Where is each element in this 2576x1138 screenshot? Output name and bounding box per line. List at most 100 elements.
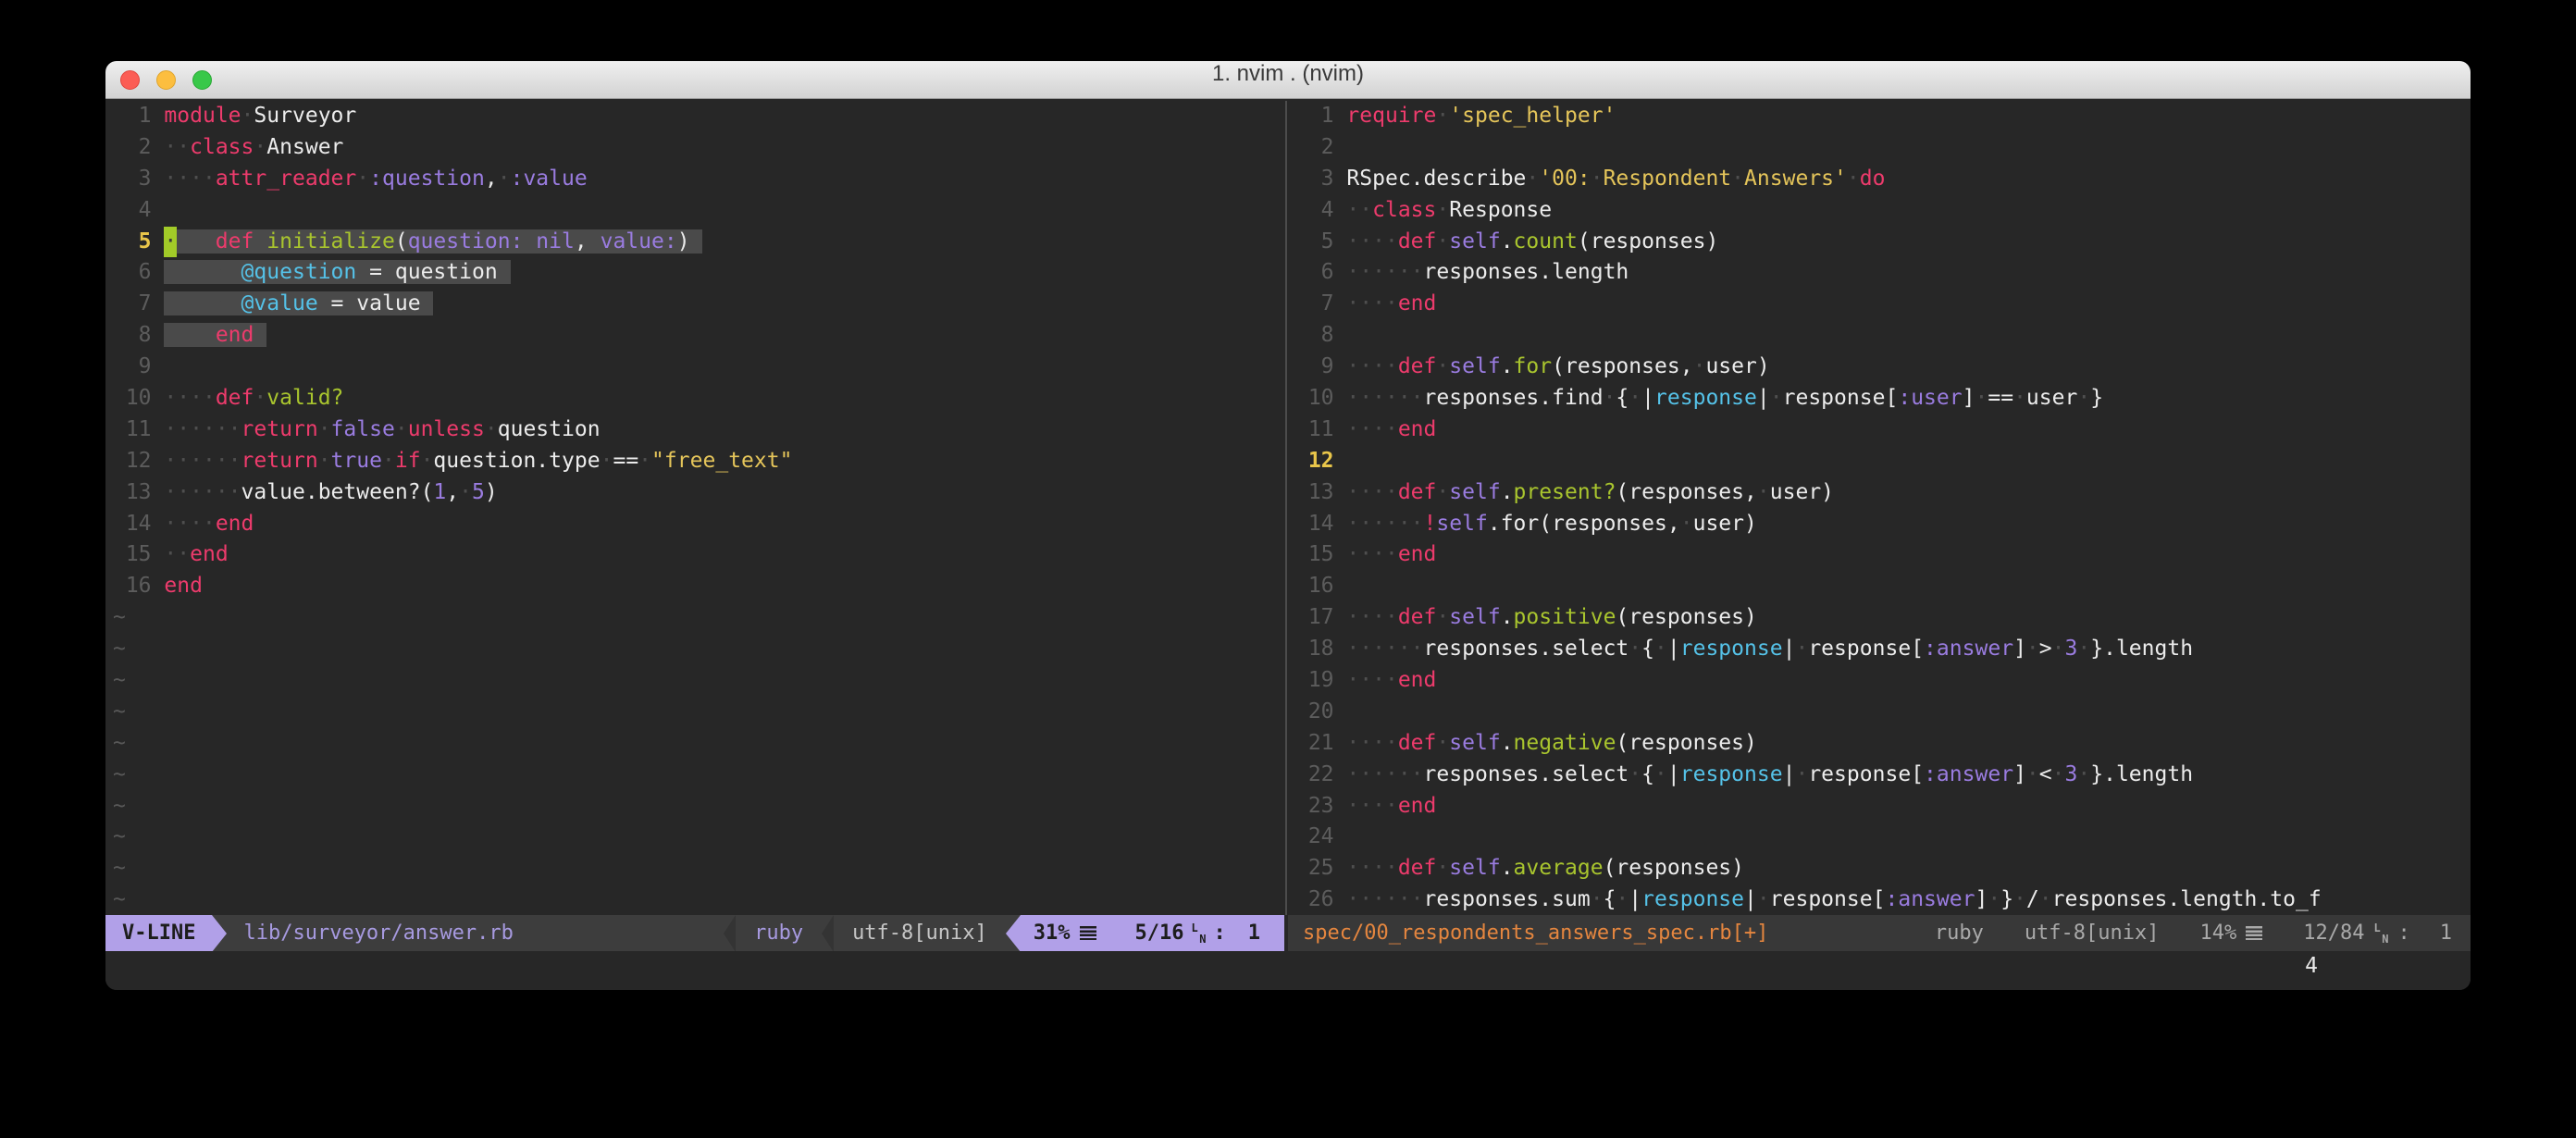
code-text: ····def·self.for(responses,·user) <box>1346 354 1769 378</box>
code-line[interactable]: 7······@value·=·value <box>113 289 1284 320</box>
code-line[interactable]: 13······value.between?(1,·5) <box>113 477 1284 509</box>
code-line[interactable]: 7····end <box>1295 289 2471 320</box>
code-line[interactable]: 3RSpec.describe·'00:·Respondent·Answers'… <box>1295 164 2471 195</box>
selected-code-text: ······@question·=·question <box>164 260 510 284</box>
code-line[interactable]: 10······responses.find·{·|response|·resp… <box>1295 383 2471 414</box>
code-line[interactable]: 2··class·Answer <box>113 132 1284 164</box>
code-line[interactable]: 6······@question·=·question <box>113 257 1284 289</box>
mode-indicator: V-LINE <box>105 915 212 951</box>
code-line[interactable]: 26······responses.sum·{·|response|·respo… <box>1295 884 2471 915</box>
trigram-icon <box>2246 926 2262 940</box>
code-line[interactable]: 11····end <box>1295 414 2471 446</box>
tilde-marker: ~ <box>113 731 126 755</box>
trigram-icon <box>1080 926 1096 940</box>
powerline-arrow-icon <box>724 915 736 951</box>
command-line: 4 <box>105 951 2471 990</box>
tilde-marker: ~ <box>113 668 126 692</box>
code-line[interactable]: 10····def·valid? <box>113 383 1284 414</box>
tilde-marker: ~ <box>113 605 126 629</box>
line-number: 22 <box>1295 760 1334 791</box>
left-pane-lines[interactable]: 1 module·Surveyor 2··class·Answer3····attr… <box>105 99 1284 915</box>
statusline-right: spec/00_respondents_answers_spec.rb[+] r… <box>1288 915 2471 951</box>
code-line[interactable]: 18······responses.select·{·|response|·re… <box>1295 634 2471 665</box>
code-text: module·Surveyor <box>164 104 356 128</box>
code-line[interactable]: 15··end <box>113 539 1284 571</box>
line-number: 6 <box>1295 257 1334 289</box>
code-line[interactable]: 20 <box>1295 697 2471 728</box>
code-line[interactable]: 16 <box>1295 571 2471 602</box>
code-line[interactable]: 21····def·self.negative(responses) <box>1295 728 2471 760</box>
code-line[interactable]: 13····def·self.present?(responses,·user) <box>1295 477 2471 509</box>
line-number: 1 <box>113 101 152 132</box>
code-text: ····end <box>1346 794 1436 818</box>
code-line[interactable]: 8····end <box>113 320 1284 352</box>
empty-buffer-line: ~ <box>113 602 1284 634</box>
code-line[interactable]: 24 <box>1295 822 2471 853</box>
code-text: ····attr_reader·:question,·:value <box>164 167 587 191</box>
code-line[interactable]: 8 <box>1295 320 2471 352</box>
line-position: 5/16 <box>1135 922 1184 945</box>
code-line[interactable]: 14····end <box>113 509 1284 540</box>
empty-buffer-line: ~ <box>113 760 1284 791</box>
position-section: 31% 5/16 LN : 1 <box>1021 915 1284 951</box>
code-text: RSpec.describe·'00:·Respondent·Answers'·… <box>1346 167 1885 191</box>
line-number: 11 <box>113 414 152 446</box>
code-line[interactable]: 3····attr_reader·:question,·:value <box>113 164 1284 195</box>
tilde-marker: ~ <box>113 699 126 724</box>
code-line[interactable]: 11······return·false·unless·question <box>113 414 1284 446</box>
code-line[interactable]: 19····end <box>1295 665 2471 697</box>
code-text: ····def·self.count(responses) <box>1346 229 1718 254</box>
code-line[interactable]: 4··class·Response <box>1295 195 2471 227</box>
colon-separator: : <box>1214 922 1226 945</box>
code-line[interactable]: 1require·'spec_helper' <box>1295 101 2471 132</box>
code-text: ····end <box>1346 542 1436 566</box>
code-line[interactable]: 22 ······responses.select·{·|response|·re… <box>1295 760 2471 791</box>
code-text: ······return·true·if·question.type·==·"f… <box>164 449 792 473</box>
code-text: ····def·self.average(responses) <box>1346 856 1744 880</box>
title-bar[interactable]: 1. nvim . (nvim) <box>105 61 2471 99</box>
line-number: 5 <box>113 227 152 258</box>
code-line[interactable]: 25····def·self.average(responses) <box>1295 853 2471 884</box>
vertical-split-separator[interactable] <box>1284 99 1288 951</box>
code-line[interactable]: 23····end <box>1295 791 2471 823</box>
code-line[interactable]: 15····end <box>1295 539 2471 571</box>
line-number: 2 <box>1295 132 1334 164</box>
selected-code-text: ······@value·=·value <box>164 291 433 315</box>
line-position: 12/84 LN : 1 <box>2303 922 2452 946</box>
line-number: 12 <box>113 446 152 477</box>
window-title: 1. nvim . (nvim) <box>105 61 2471 98</box>
code-text: ······responses.select·{·|response|·resp… <box>1346 762 2193 786</box>
code-line[interactable]: 16end <box>113 571 1284 602</box>
code-line[interactable]: 12 ······return·true·if·question.type·==·… <box>113 446 1284 477</box>
scroll-percent: 14% <box>2200 922 2263 945</box>
code-line[interactable]: 1 module·Surveyor <box>113 101 1284 132</box>
code-text: ··end <box>164 542 228 566</box>
code-line[interactable]: 2 <box>1295 132 2471 164</box>
scroll-percent: 31% <box>1034 922 1071 945</box>
code-line[interactable]: 9 <box>113 352 1284 383</box>
line-number: 18 <box>1295 634 1334 665</box>
code-line[interactable]: 6······responses.length <box>1295 257 2471 289</box>
code-line[interactable]: 14······!self.for(responses,·user) <box>1295 509 2471 540</box>
code-line[interactable]: 5····def·initialize(question:·nil,·value… <box>113 227 1284 258</box>
line-number: 20 <box>1295 697 1334 728</box>
tilde-marker: ~ <box>113 824 126 848</box>
line-number: 21 <box>1295 728 1334 760</box>
empty-buffer-line: ~ <box>113 853 1284 884</box>
empty-buffer-line: ~ <box>113 791 1284 823</box>
code-line[interactable]: 17 ····def·self.positive(responses) <box>1295 602 2471 634</box>
code-text: ····end <box>1346 417 1436 441</box>
editor-window: 1. nvim . (nvim) 1 module·Surveyor 2··clas… <box>105 61 2471 990</box>
right-pane-lines[interactable]: 1require·'spec_helper'23RSpec.describe·'… <box>1288 99 2471 915</box>
code-line[interactable]: 12 <box>1295 446 2471 477</box>
code-text: ····def·self.positive(responses) <box>1346 605 1757 629</box>
code-line[interactable]: 9····def·self.for(responses,·user) <box>1295 352 2471 383</box>
code-line[interactable]: 5····def·self.count(responses) <box>1295 227 2471 258</box>
filetype-indicator: ruby <box>736 922 822 945</box>
code-line[interactable]: 4 <box>113 195 1284 227</box>
line-number: 17 <box>1295 602 1334 634</box>
line-number: 4 <box>1295 195 1334 227</box>
tilde-marker: ~ <box>113 856 126 880</box>
powerline-arrow-icon <box>212 915 227 951</box>
line-number: 8 <box>1295 320 1334 352</box>
